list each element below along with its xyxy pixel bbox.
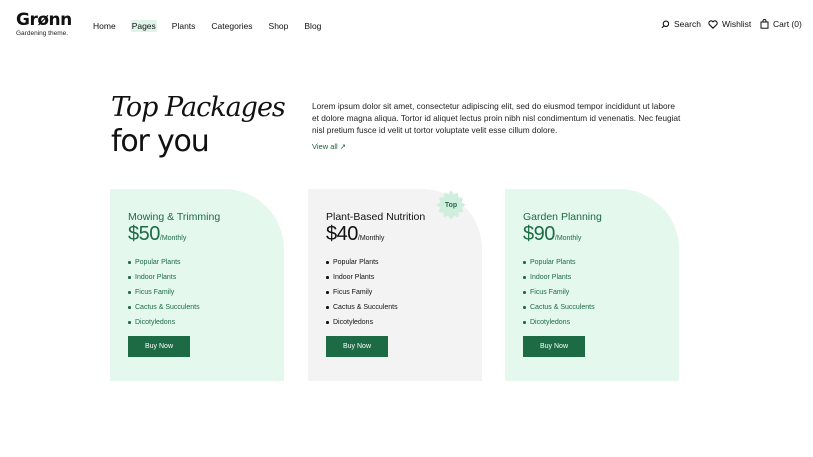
wishlist-link[interactable]: Wishlist (708, 19, 751, 29)
package-price: $50/Monthly (128, 223, 186, 246)
cart-link[interactable]: Cart (0) (760, 19, 802, 29)
package-card-nutrition: Plant-Based Nutrition $40/Monthly Popula… (308, 189, 482, 381)
section-title-line1: Top Packages (111, 92, 286, 123)
view-all-link[interactable]: View all ↗ (312, 142, 346, 151)
nav-item-plants[interactable]: Plants (171, 20, 197, 32)
price-period: /Monthly (554, 235, 582, 242)
badge-label: Top (444, 201, 458, 209)
price-period: /Monthly (159, 235, 187, 242)
buy-now-button[interactable]: Buy Now (128, 336, 190, 357)
feature-item: Indoor Plants (128, 273, 200, 288)
feature-item: Ficus Family (128, 288, 200, 303)
price-amount: $40 (326, 223, 358, 245)
feature-item: Ficus Family (326, 288, 398, 303)
brand-name: Grønn (16, 10, 72, 30)
section-intro: Lorem ipsum dolor sit amet, consectetur … (312, 101, 681, 136)
heart-icon (708, 19, 718, 29)
nav-item-categories[interactable]: Categories (210, 20, 253, 32)
nav-item-home[interactable]: Home (92, 20, 117, 32)
price-period: /Monthly (357, 235, 385, 242)
brand-logo[interactable]: Grønn Gardening theme. (16, 11, 72, 37)
site-header: Grønn Gardening theme. Home Pages Plants… (0, 0, 813, 50)
main-nav: Home Pages Plants Categories Shop Blog (92, 20, 336, 32)
brand-tagline: Gardening theme. (16, 30, 69, 37)
feature-item: Popular Plants (128, 258, 200, 273)
buy-now-button[interactable]: Buy Now (523, 336, 585, 357)
feature-item: Dicotyledons (326, 318, 398, 333)
wishlist-label: Wishlist (722, 19, 752, 29)
nav-item-pages[interactable]: Pages (130, 20, 157, 32)
top-badge: Top (435, 189, 467, 221)
price-amount: $90 (523, 223, 555, 245)
section-title-line2: for you (111, 124, 210, 159)
nav-item-shop[interactable]: Shop (268, 20, 290, 32)
search-label: Search (674, 19, 701, 29)
feature-item: Dicotyledons (128, 318, 200, 333)
feature-item: Dicotyledons (523, 318, 595, 333)
feature-item: Cactus & Succulents (326, 303, 398, 318)
feature-item: Cactus & Succulents (523, 303, 595, 318)
cart-label: Cart (0) (773, 19, 802, 29)
package-card-mowing: Mowing & Trimming $50/Monthly Popular Pl… (110, 189, 284, 381)
feature-list: Popular Plants Indoor Plants Ficus Famil… (128, 258, 200, 333)
package-price: $40/Monthly (326, 223, 384, 246)
feature-list: Popular Plants Indoor Plants Ficus Famil… (326, 258, 398, 333)
feature-item: Indoor Plants (523, 273, 595, 288)
buy-now-button[interactable]: Buy Now (326, 336, 388, 357)
search-link[interactable]: Search (661, 19, 701, 29)
shopping-bag-icon (760, 19, 769, 29)
feature-list: Popular Plants Indoor Plants Ficus Famil… (523, 258, 595, 333)
search-icon (661, 20, 670, 28)
package-title: Mowing & Trimming (128, 211, 221, 223)
package-title: Plant-Based Nutrition (326, 211, 426, 223)
feature-item: Popular Plants (326, 258, 398, 273)
package-title: Garden Planning (523, 211, 602, 223)
feature-item: Indoor Plants (326, 273, 398, 288)
feature-item: Popular Plants (523, 258, 595, 273)
package-card-planning: Garden Planning $90/Monthly Popular Plan… (505, 189, 679, 381)
package-price: $90/Monthly (523, 223, 581, 246)
nav-item-blog[interactable]: Blog (303, 20, 322, 32)
price-amount: $50 (128, 223, 160, 245)
feature-item: Ficus Family (523, 288, 595, 303)
feature-item: Cactus & Succulents (128, 303, 200, 318)
